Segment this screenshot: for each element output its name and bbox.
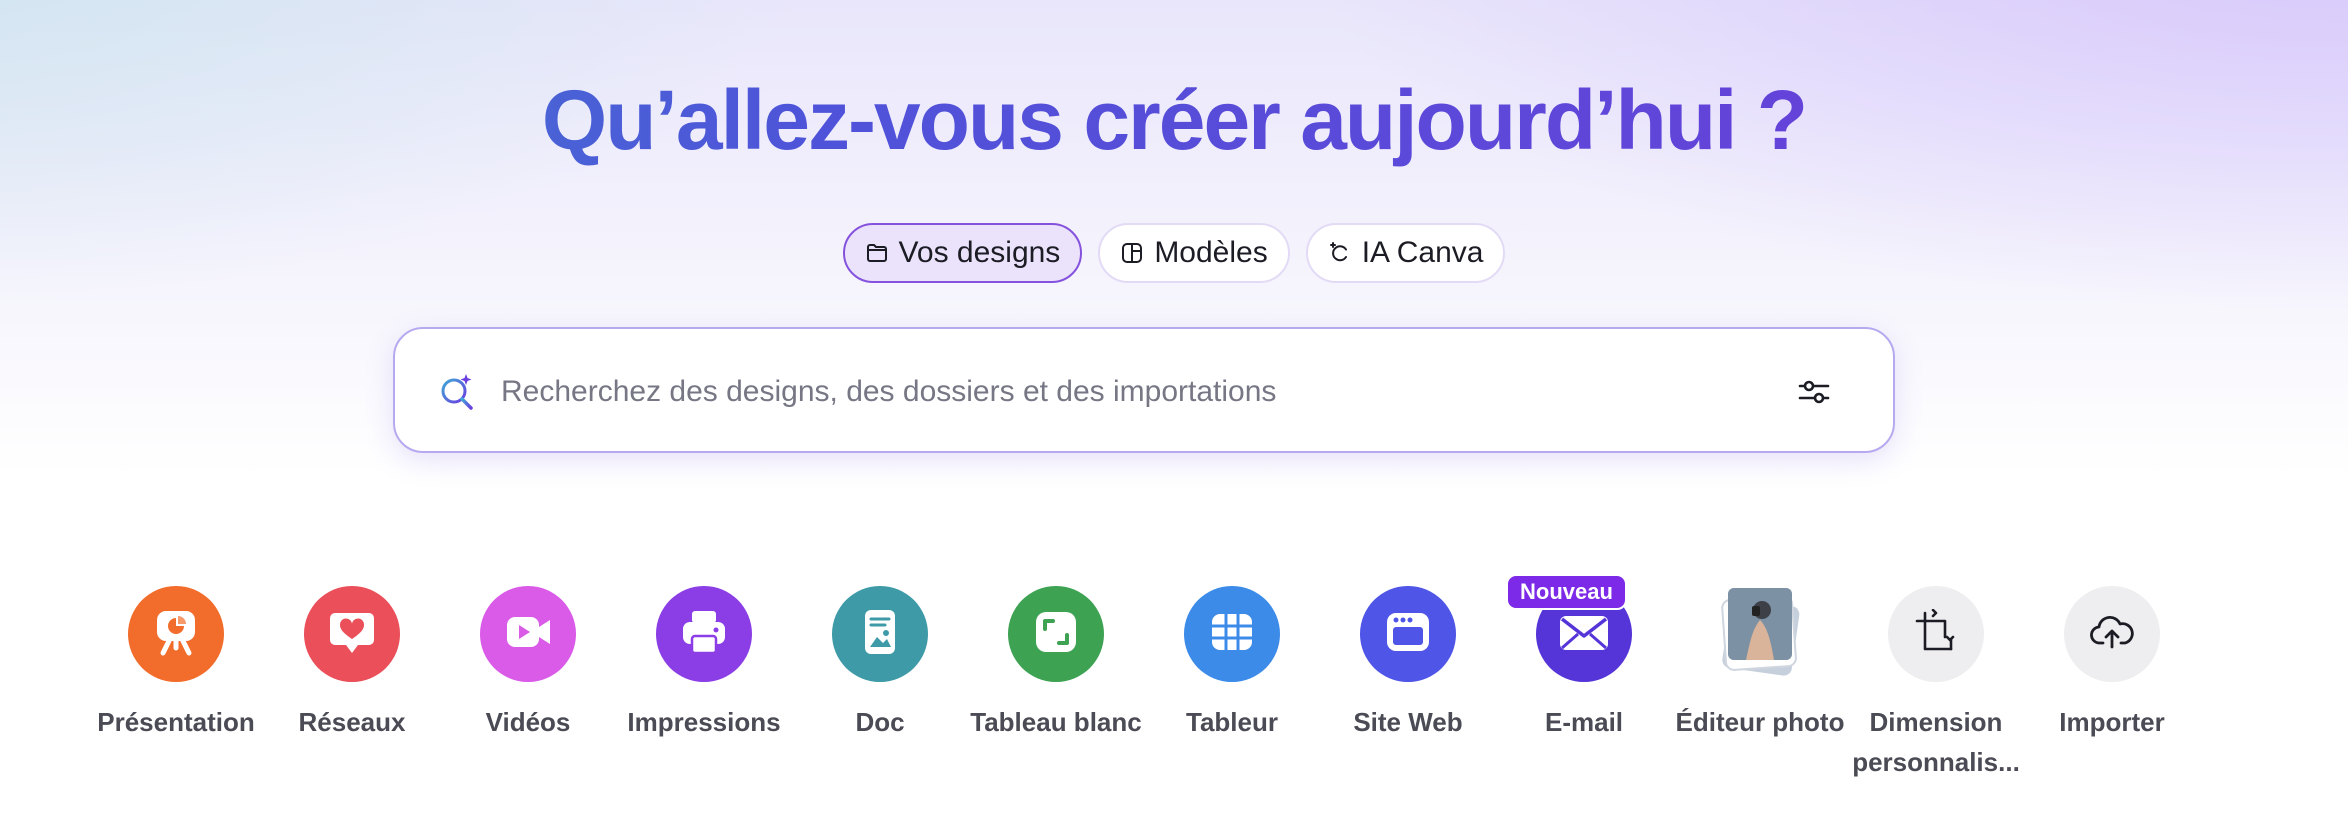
- category-label: Tableau blanc: [970, 707, 1142, 737]
- tab-your-designs[interactable]: Vos designs: [842, 223, 1083, 283]
- category-videos[interactable]: Vidéos: [438, 586, 618, 742]
- category-website[interactable]: Site Web: [1318, 586, 1498, 742]
- template-icon: [1120, 241, 1144, 265]
- category-label: Éditeur photo: [1675, 707, 1845, 737]
- category-doc[interactable]: Doc: [790, 586, 970, 742]
- photo-stack-icon: [1712, 584, 1808, 685]
- tab-templates[interactable]: Modèles: [1098, 223, 1290, 283]
- category-circle: [832, 586, 928, 682]
- category-label: Vidéos: [485, 707, 571, 737]
- website-icon: [1381, 605, 1435, 664]
- category-presentation[interactable]: Présentation: [86, 586, 266, 742]
- new-badge: Nouveau: [1506, 574, 1627, 610]
- page-title: Qu’allez-vous créer aujourd’hui ?: [0, 72, 2348, 169]
- doc-icon: [853, 605, 907, 664]
- category-print[interactable]: Impressions: [614, 586, 794, 742]
- presentation-icon: [149, 605, 203, 664]
- tab-label: IA Canva: [1361, 236, 1484, 269]
- magic-search-icon: [437, 372, 477, 412]
- category-label: Doc: [855, 707, 905, 737]
- category-circle: [1184, 586, 1280, 682]
- category-label: Impressions: [627, 707, 781, 737]
- category-circle: [1712, 586, 1808, 682]
- category-circle: [1360, 586, 1456, 682]
- envelope-icon: [1556, 604, 1612, 665]
- search-scope-tabs: Vos designs Modèles IA Canva: [0, 223, 2348, 283]
- search-bar: [393, 327, 1895, 453]
- category-label: Dimension personnalis...: [1852, 707, 2020, 777]
- category-photo-editor[interactable]: Éditeur photo: [1670, 586, 1850, 742]
- resize-icon: [1913, 608, 1959, 660]
- category-label: Tableur: [1186, 707, 1278, 737]
- category-custom-size[interactable]: Dimension personnalis...: [1846, 586, 2026, 782]
- category-circle: [128, 586, 224, 682]
- category-label: Présentation: [97, 707, 255, 737]
- category-circle: [304, 586, 400, 682]
- folder-icon: [865, 241, 889, 265]
- whiteboard-icon: [1029, 605, 1083, 664]
- category-circle: [1008, 586, 1104, 682]
- sheet-icon: [1205, 605, 1259, 664]
- heart-chat-icon: [325, 605, 379, 664]
- video-camera-icon: [501, 605, 555, 664]
- category-circle: [480, 586, 576, 682]
- tab-label: Vos designs: [898, 236, 1061, 269]
- tab-label: Modèles: [1154, 236, 1268, 269]
- category-upload[interactable]: Importer: [2022, 586, 2202, 742]
- category-circle: [656, 586, 752, 682]
- category-label: E-mail: [1544, 707, 1624, 737]
- printer-icon: [677, 605, 731, 664]
- category-circle: [1888, 586, 1984, 682]
- cloud-upload-icon: [2089, 609, 2135, 660]
- category-whiteboard[interactable]: Tableau blanc: [966, 586, 1146, 742]
- category-social[interactable]: Réseaux: [262, 586, 442, 742]
- category-label: Site Web: [1353, 707, 1463, 737]
- category-label: Réseaux: [298, 707, 406, 737]
- filter-icon[interactable]: [1797, 375, 1831, 409]
- canva-ai-icon: [1328, 241, 1352, 265]
- category-email[interactable]: Nouveau E-mail: [1494, 574, 1674, 742]
- tab-canva-ai[interactable]: IA Canva: [1305, 223, 1506, 283]
- category-sheets[interactable]: Tableur: [1142, 586, 1322, 742]
- category-label: Importer: [2059, 707, 2165, 737]
- category-circle: [2064, 586, 2160, 682]
- search-input[interactable]: [499, 359, 1753, 425]
